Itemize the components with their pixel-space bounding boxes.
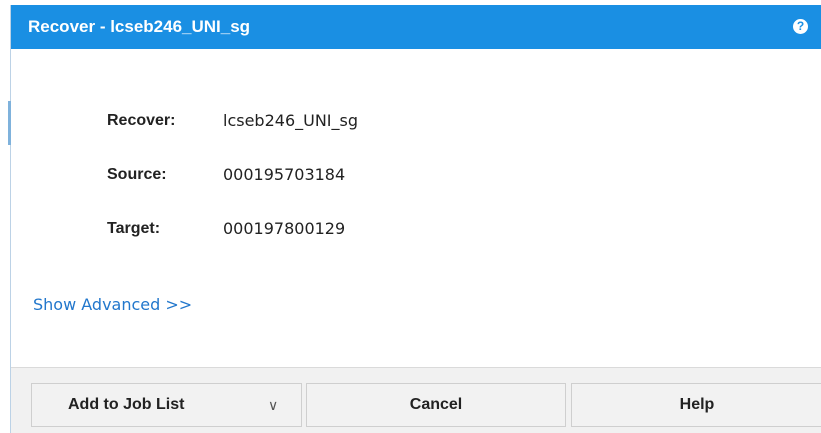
help-question-icon[interactable]: ? (793, 19, 808, 34)
recover-label: Recover: (107, 112, 176, 129)
help-button[interactable]: Help (571, 383, 821, 427)
show-advanced-link[interactable]: Show Advanced >> (33, 295, 192, 315)
dialog-title-bar: Recover - lcseb246_UNI_sg ? (11, 5, 821, 49)
dialog-title: Recover - lcseb246_UNI_sg (28, 17, 251, 36)
target-value: 000197800129 (223, 219, 346, 238)
dialog-footer: Add to Job List ∨ Cancel Help (11, 367, 821, 433)
chevron-down-icon[interactable]: ∨ (268, 384, 278, 426)
target-label: Target: (107, 220, 161, 237)
cancel-button[interactable]: Cancel (306, 383, 566, 427)
source-label: Source: (107, 166, 167, 183)
add-to-job-list-label: Add to Job List (68, 396, 185, 413)
recover-value: lcseb246_UNI_sg (223, 111, 359, 130)
add-to-job-list-button[interactable]: Add to Job List ∨ (31, 383, 302, 427)
source-value: 000195703184 (223, 165, 346, 184)
left-edge-marker (8, 101, 11, 145)
recover-dialog: Recover - lcseb246_UNI_sg ? Recover: lcs… (8, 5, 821, 433)
